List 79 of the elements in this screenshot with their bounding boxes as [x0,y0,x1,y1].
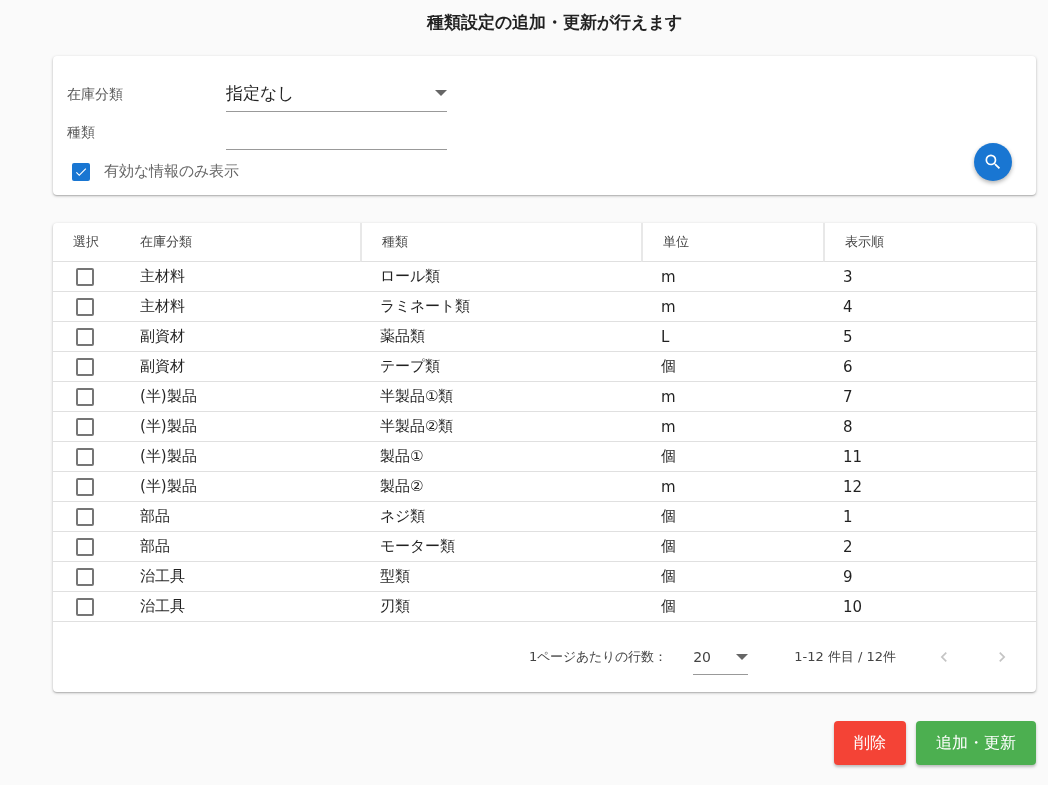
table-cell: 部品 [120,532,360,562]
search-icon [983,152,1003,172]
table-cell: テープ類 [360,352,641,382]
table-cell: 治工具 [120,562,360,592]
table-cell: 副資材 [120,322,360,352]
table-cell: 製品② [360,472,641,502]
column-header: 種類 [360,223,641,262]
table-cell: ロール類 [360,262,641,292]
table-cell: (半)製品 [120,442,360,472]
table-cell: 個 [641,562,823,592]
caret-icon [435,90,447,96]
column-header: 在庫分類 [120,223,360,262]
table-cell: 10 [823,592,1036,622]
table-cell: m [641,292,823,322]
table-cell: 個 [641,442,823,472]
table-cell: 8 [823,412,1036,442]
checkbox-label: 有効な情報のみ表示 [104,162,239,181]
table-cell: 1 [823,502,1036,532]
table-cell: 治工具 [120,592,360,622]
table-cell: 主材料 [120,292,360,322]
table-cell: m [641,412,823,442]
table-cell: 3 [823,262,1036,292]
column-header: 表示順 [823,223,1036,262]
category-select[interactable]: 指定なし [226,75,447,112]
row-checkbox[interactable] [76,267,94,286]
column-header: 単位 [641,223,823,262]
row-checkbox[interactable] [76,417,94,436]
row-checkbox[interactable] [76,327,94,346]
row-checkbox[interactable] [76,477,94,496]
table-cell: 型類 [360,562,641,592]
rows-per-page-select[interactable]: 20 [693,639,749,675]
table-cell: 11 [823,442,1036,472]
field-label: 種類 [67,124,96,142]
row-checkbox[interactable] [76,447,94,466]
column-header: 選択 [53,223,120,262]
table-cell: 半製品②類 [360,412,641,442]
table-cell: 薬品類 [360,322,641,352]
table-cell: L [641,322,823,352]
table-cell: (半)製品 [120,472,360,502]
table-cell: 副資材 [120,352,360,382]
delete-button[interactable]: 削除 [834,721,906,765]
table-cell: 7 [823,382,1036,412]
table-cell: 4 [823,292,1036,322]
row-checkbox[interactable] [76,357,94,376]
table-cell: 主材料 [120,262,360,292]
table-cell: 5 [823,322,1036,352]
table-cell: 製品① [360,442,641,472]
table-cell: 6 [823,352,1036,382]
row-checkbox[interactable] [76,387,94,406]
caret-icon [736,653,749,660]
table-cell: 9 [823,562,1036,592]
row-checkbox[interactable] [76,507,94,526]
row-checkbox[interactable] [76,537,94,556]
table-cell: (半)製品 [120,412,360,442]
page-range: 1-12 件目 / 12件 [794,648,896,666]
page-title: 種類設定の追加・更新が行えます [425,11,683,34]
table-cell: ラミネート類 [360,292,641,322]
table-cell: ネジ類 [360,502,641,532]
table-cell: 刃類 [360,592,641,622]
table-cell: 個 [641,502,823,532]
row-checkbox[interactable] [76,297,94,316]
table-cell: 個 [641,532,823,562]
table-cell: 12 [823,472,1036,502]
table-cell: 個 [641,592,823,622]
search-button[interactable] [974,143,1012,181]
table-cell: m [641,262,823,292]
checkbox[interactable] [72,162,90,181]
row-checkbox[interactable] [76,597,94,616]
table-cell: 2 [823,532,1036,562]
table-cell: モーター類 [360,532,641,562]
table-cell: 半製品①類 [360,382,641,412]
table-cell: 個 [641,352,823,382]
table-cell: 部品 [120,502,360,532]
table-cell: m [641,382,823,412]
table-cell: (半)製品 [120,382,360,412]
field-label: 在庫分類 [67,86,124,104]
table-cell: m [641,472,823,502]
row-checkbox[interactable] [76,567,94,586]
rows-per-page-label: 1ページあたりの行数： [528,648,668,666]
